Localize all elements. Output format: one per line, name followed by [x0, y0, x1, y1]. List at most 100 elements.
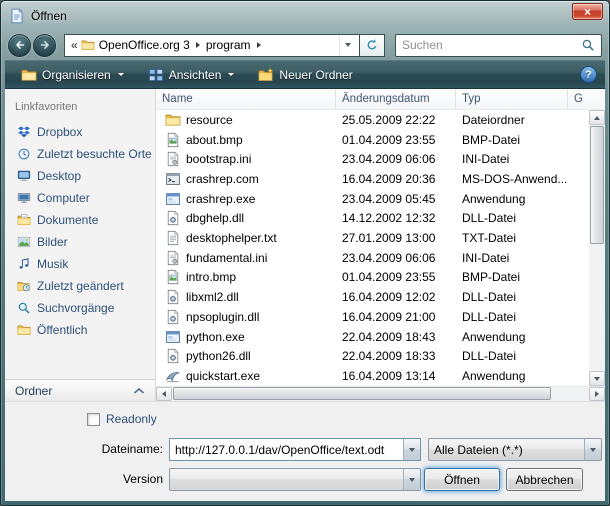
- chevron-down-icon: [590, 448, 596, 452]
- readonly-checkbox[interactable]: [87, 413, 100, 426]
- address-history-dropdown[interactable]: [339, 35, 356, 56]
- file-row[interactable]: npsoplugin.dll16.04.2009 21:00DLL-Datei: [156, 307, 589, 327]
- filename-dropdown-button[interactable]: [403, 439, 420, 460]
- txt-icon: [165, 230, 181, 246]
- sidebar-item-desktop[interactable]: Desktop: [5, 165, 155, 187]
- column-header-size[interactable]: G: [568, 89, 605, 109]
- sidebar-item-dropbox[interactable]: Dropbox: [5, 121, 155, 143]
- file-date: 23.04.2009 06:06: [336, 152, 456, 166]
- cancel-button[interactable]: Abbrechen: [506, 468, 583, 491]
- filename-value[interactable]: http://127.0.0.1/dav/OpenOffice/text.odt: [170, 443, 403, 457]
- bmp-icon: [165, 269, 181, 285]
- readonly-row: Readonly: [87, 412, 157, 426]
- file-date: 22.04.2009 18:33: [336, 349, 456, 363]
- scroll-left-button[interactable]: [156, 387, 172, 401]
- sidebar-item-zuletzt-geändert[interactable]: Zuletzt geändert: [5, 275, 155, 297]
- new-folder-label: Neuer Ordner: [279, 68, 352, 82]
- file-date: 25.05.2009 22:22: [336, 113, 456, 127]
- file-type: DLL-Datei: [456, 211, 568, 225]
- horizontal-scrollbar[interactable]: [156, 386, 605, 401]
- file-row[interactable]: python.exe22.04.2009 18:43Anwendung: [156, 327, 589, 347]
- file-row[interactable]: crashrep.com16.04.2009 20:36MS-DOS-Anwen…: [156, 169, 589, 189]
- file-row[interactable]: fundamental.ini23.04.2009 06:06INI-Datei: [156, 248, 589, 268]
- open-button[interactable]: Öffnen: [424, 468, 500, 491]
- file-row[interactable]: libxml2.dll16.04.2009 12:02DLL-Datei: [156, 287, 589, 307]
- sidebar-item-musik[interactable]: Musik: [5, 253, 155, 275]
- vertical-scrollbar[interactable]: [589, 110, 605, 386]
- folder-icon: [21, 67, 37, 83]
- folders-expander[interactable]: Ordner: [5, 379, 155, 401]
- folder-icon: [165, 112, 181, 128]
- file-row[interactable]: desktophelper.txt27.01.2009 13:00TXT-Dat…: [156, 228, 589, 248]
- new-folder-icon: [258, 67, 274, 83]
- breadcrumb-segment-program[interactable]: program: [202, 38, 255, 52]
- file-row[interactable]: bootstrap.ini23.04.2009 06:06INI-Datei: [156, 149, 589, 169]
- column-header-name[interactable]: Name: [156, 89, 336, 109]
- changed-icon: [17, 279, 31, 293]
- file-name: crashrep.exe: [186, 192, 255, 206]
- file-name-cell: quickstart.exe: [156, 368, 336, 384]
- titlebar[interactable]: Öffnen ×: [1, 1, 609, 30]
- folder-icon: [81, 38, 95, 52]
- file-date: 16.04.2009 13:14: [336, 369, 456, 383]
- file-row[interactable]: crashrep.exe23.04.2009 05:45Anwendung: [156, 189, 589, 209]
- search-placeholder: Suchen: [402, 38, 581, 52]
- column-header-type[interactable]: Typ: [456, 89, 568, 109]
- bmp-icon: [165, 132, 181, 148]
- horizontal-scroll-thumb[interactable]: [173, 387, 551, 400]
- file-row[interactable]: dbghelp.dll14.12.2002 12:32DLL-Datei: [156, 209, 589, 229]
- scroll-up-button[interactable]: [589, 110, 605, 125]
- file-name-cell: python26.dll: [156, 348, 336, 364]
- file-date: 01.04.2009 23:55: [336, 133, 456, 147]
- views-button[interactable]: Ansichten: [140, 64, 243, 86]
- filetype-select[interactable]: Alle Dateien (*.*): [428, 438, 602, 461]
- help-button[interactable]: ?: [580, 66, 597, 83]
- recent-icon: [17, 147, 31, 161]
- back-button[interactable]: [8, 34, 31, 57]
- open-button-label: Öffnen: [444, 473, 480, 487]
- breadcrumb-separator-icon[interactable]: [196, 42, 200, 48]
- version-dropdown-button[interactable]: [403, 469, 420, 490]
- breadcrumb-overflow[interactable]: «: [68, 38, 81, 52]
- sidebar-item-öffentlich[interactable]: Öffentlich: [5, 319, 155, 341]
- filetype-dropdown-button[interactable]: [584, 439, 601, 460]
- version-select[interactable]: [169, 468, 421, 491]
- chevron-down-icon: [409, 448, 415, 452]
- sidebar-item-zuletzt-besuchte-orte[interactable]: Zuletzt besuchte Orte: [5, 143, 155, 165]
- file-row[interactable]: resource25.05.2009 22:22Dateiordner: [156, 110, 589, 130]
- sidebar-item-bilder[interactable]: Bilder: [5, 231, 155, 253]
- organize-label: Organisieren: [42, 68, 111, 82]
- exe-icon: [165, 191, 181, 207]
- dll-icon: [165, 210, 181, 226]
- sidebar-item-computer[interactable]: Computer: [5, 187, 155, 209]
- file-row[interactable]: about.bmp01.04.2009 23:55BMP-Datei: [156, 130, 589, 150]
- help-icon: ?: [585, 69, 592, 81]
- file-row[interactable]: quickstart.exe16.04.2009 13:14Anwendung: [156, 366, 589, 386]
- sidebar-item-suchvorgänge[interactable]: Suchvorgänge: [5, 297, 155, 319]
- file-name-cell: fundamental.ini: [156, 250, 336, 266]
- scroll-right-button[interactable]: [589, 387, 605, 401]
- file-row[interactable]: intro.bmp01.04.2009 23:55BMP-Datei: [156, 268, 589, 288]
- breadcrumb-segment-openoffice[interactable]: OpenOffice.org 3: [95, 38, 194, 52]
- ini-icon: [165, 151, 181, 167]
- filename-input[interactable]: http://127.0.0.1/dav/OpenOffice/text.odt: [169, 438, 421, 461]
- filename-row: Dateiname: http://127.0.0.1/dav/OpenOffi…: [5, 438, 607, 461]
- address-bar[interactable]: « OpenOffice.org 3 program: [64, 34, 360, 57]
- forward-button[interactable]: [33, 34, 56, 57]
- refresh-button[interactable]: [360, 34, 385, 57]
- file-row[interactable]: python26.dll22.04.2009 18:33DLL-Datei: [156, 346, 589, 366]
- app-icon: [9, 8, 25, 24]
- dll-icon: [165, 348, 181, 364]
- search-box[interactable]: Suchen: [395, 34, 602, 57]
- column-header-date[interactable]: Änderungsdatum: [336, 89, 456, 109]
- sidebar-item-dokumente[interactable]: Dokumente: [5, 209, 155, 231]
- new-folder-button[interactable]: Neuer Ordner: [250, 64, 360, 86]
- file-date: 27.01.2009 13:00: [336, 231, 456, 245]
- organize-button[interactable]: Organisieren: [13, 64, 132, 86]
- breadcrumb-separator-icon[interactable]: [257, 42, 261, 48]
- scroll-down-button[interactable]: [589, 371, 605, 386]
- readonly-label: Readonly: [106, 412, 157, 426]
- right-arrow-icon: [595, 391, 599, 397]
- vertical-scroll-thumb[interactable]: [590, 126, 604, 244]
- close-button[interactable]: ×: [572, 3, 603, 20]
